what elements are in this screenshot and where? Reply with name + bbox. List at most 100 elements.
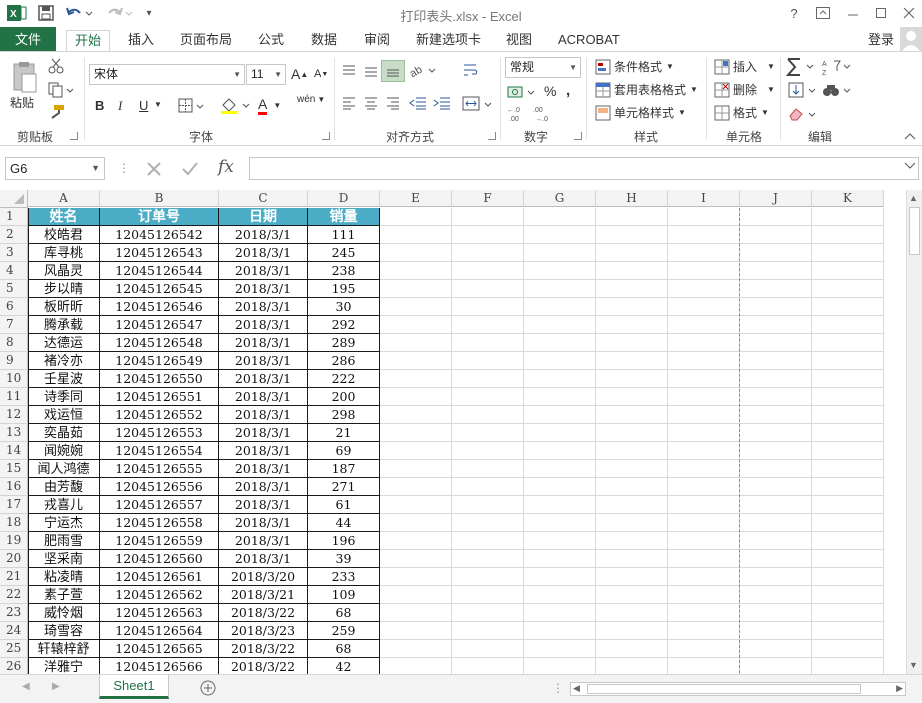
row-header[interactable]: 22 (0, 586, 28, 604)
grid-cell[interactable] (812, 298, 884, 316)
grid-cell[interactable] (380, 550, 452, 568)
cell-styles-button[interactable]: 单元格样式 ▼ (595, 104, 686, 121)
grid-cell[interactable] (740, 478, 812, 496)
tab-home[interactable]: 开始 (66, 30, 110, 52)
grid-cell[interactable] (668, 604, 740, 622)
grid-cell[interactable] (380, 280, 452, 298)
table-cell[interactable]: 由芳馥 (28, 478, 100, 496)
grid-cell[interactable] (524, 622, 596, 640)
number-format-select[interactable]: 常规 ▼ (505, 57, 581, 78)
grid-cell[interactable] (596, 586, 668, 604)
grid-cell[interactable] (740, 334, 812, 352)
table-cell[interactable]: 245 (308, 244, 380, 262)
grid-cell[interactable] (812, 352, 884, 370)
grid-cell[interactable] (668, 316, 740, 334)
grid-cell[interactable] (452, 370, 524, 388)
grid-cell[interactable] (452, 226, 524, 244)
namebox-input[interactable]: G6 ▼ (5, 157, 105, 180)
grid-cell[interactable] (524, 658, 596, 674)
avatar[interactable] (900, 27, 922, 51)
merge-center-icon[interactable] (462, 96, 494, 112)
table-cell[interactable]: 12045126566 (100, 658, 219, 674)
column-header-d[interactable]: D (308, 190, 380, 207)
grid-cell[interactable] (596, 442, 668, 460)
collapse-ribbon-icon[interactable] (904, 132, 916, 140)
row-header[interactable]: 19 (0, 532, 28, 550)
grid-cell[interactable] (452, 244, 524, 262)
grid-cell[interactable] (524, 532, 596, 550)
grid-cell[interactable] (812, 442, 884, 460)
column-header-g[interactable]: G (524, 190, 596, 207)
percent-button[interactable]: % (544, 83, 556, 99)
grid-cell[interactable] (812, 226, 884, 244)
grid-cell[interactable] (740, 406, 812, 424)
table-cell[interactable]: 戎喜儿 (28, 496, 100, 514)
clipboard-launcher-icon[interactable] (70, 132, 78, 140)
clear-icon[interactable] (788, 106, 820, 122)
table-cell[interactable]: 诗季同 (28, 388, 100, 406)
grid-cell[interactable] (812, 460, 884, 478)
table-cell[interactable]: 12045126558 (100, 514, 219, 532)
ribbon-display-icon[interactable] (814, 4, 832, 22)
grid-cell[interactable] (380, 586, 452, 604)
grid-cell[interactable] (668, 514, 740, 532)
grid-cell[interactable] (596, 640, 668, 658)
grid-cell[interactable] (524, 568, 596, 586)
grid-cell[interactable] (668, 550, 740, 568)
grid-cell[interactable] (668, 622, 740, 640)
grid-cell[interactable] (452, 280, 524, 298)
grid-cell[interactable] (524, 334, 596, 352)
insert-cells-button[interactable]: 插入 ▼ (714, 58, 775, 75)
tab-review[interactable]: 审阅 (358, 30, 396, 52)
grid-cell[interactable] (452, 640, 524, 658)
tab-file[interactable]: 文件 (0, 27, 56, 52)
grid-cell[interactable] (380, 658, 452, 674)
table-cell[interactable]: 腾承载 (28, 316, 100, 334)
grid-cell[interactable] (452, 460, 524, 478)
column-header-c[interactable]: C (219, 190, 308, 207)
grid-cell[interactable] (380, 568, 452, 586)
grid-cell[interactable] (524, 388, 596, 406)
table-cell[interactable]: 12045126547 (100, 316, 219, 334)
copy-icon[interactable] (48, 82, 76, 98)
grid-cell[interactable] (812, 334, 884, 352)
formula-input[interactable] (249, 157, 919, 180)
table-cell[interactable]: 12045126563 (100, 604, 219, 622)
chevron-down-icon[interactable]: ▼ (154, 100, 162, 109)
cut-icon[interactable] (48, 58, 64, 74)
vertical-scrollbar[interactable]: ▲ ▼ (906, 190, 922, 674)
column-header-e[interactable]: E (380, 190, 452, 207)
grid-cell[interactable] (596, 262, 668, 280)
row-header[interactable]: 1 (0, 208, 28, 226)
grid-cell[interactable] (524, 352, 596, 370)
grid-cell[interactable] (524, 316, 596, 334)
table-cell[interactable]: 30 (308, 298, 380, 316)
grid-cell[interactable] (812, 370, 884, 388)
table-cell[interactable]: 271 (308, 478, 380, 496)
grid-cell[interactable] (524, 460, 596, 478)
grid-cell[interactable] (812, 514, 884, 532)
grid-cell[interactable] (452, 406, 524, 424)
grid-cell[interactable] (380, 244, 452, 262)
table-cell[interactable]: 步以晴 (28, 280, 100, 298)
grid-cell[interactable] (596, 352, 668, 370)
grid-cell[interactable] (452, 262, 524, 280)
align-right-icon[interactable] (385, 96, 401, 110)
font-name-select[interactable]: 宋体 ▼ (89, 64, 245, 85)
paste-button[interactable]: 粘贴 (10, 94, 34, 111)
table-cell[interactable]: 196 (308, 532, 380, 550)
grid-cell[interactable] (740, 586, 812, 604)
borders-icon[interactable] (178, 98, 206, 114)
table-cell[interactable]: 12045126549 (100, 352, 219, 370)
column-header-i[interactable]: I (668, 190, 740, 207)
cancel-icon[interactable] (146, 161, 162, 180)
table-cell[interactable]: 12045126555 (100, 460, 219, 478)
table-cell[interactable]: 粘凌晴 (28, 568, 100, 586)
table-cell[interactable]: 292 (308, 316, 380, 334)
grid-cell[interactable] (812, 316, 884, 334)
grid-cell[interactable] (596, 370, 668, 388)
grid-cell[interactable] (812, 262, 884, 280)
tab-acrobat[interactable]: ACROBAT (552, 30, 626, 52)
table-cell[interactable]: 琦雪容 (28, 622, 100, 640)
scroll-right-icon[interactable]: ▶ (896, 683, 903, 694)
